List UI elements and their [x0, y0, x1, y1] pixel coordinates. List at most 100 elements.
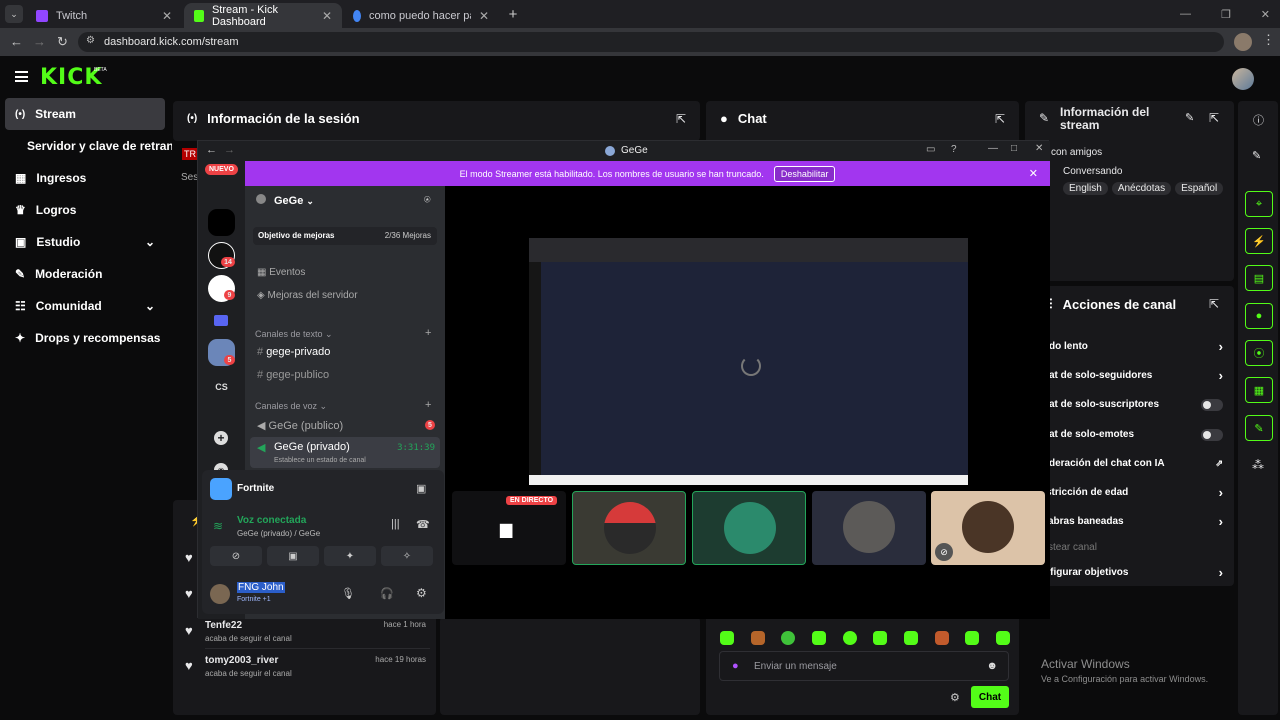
send-chat-button[interactable]: Chat — [971, 686, 1009, 708]
camera-off-icon[interactable]: ⊘ — [210, 546, 262, 566]
popout-icon[interactable]: ⇱ — [676, 112, 686, 126]
emote-icon[interactable] — [965, 631, 980, 645]
channel-gege-privado[interactable]: # gege-privado — [257, 346, 330, 358]
emotes-only-toggle[interactable] — [1201, 429, 1223, 441]
close-window-icon[interactable]: ✕ — [1261, 8, 1270, 21]
gear-icon[interactable]: ⚙ — [416, 586, 427, 600]
emote-icon[interactable] — [995, 631, 1010, 645]
effects-icon[interactable]: ✧ — [381, 546, 433, 566]
voice-channels-category[interactable]: Canales de voz ⌄ — [255, 401, 327, 412]
close-icon[interactable]: ✕ — [162, 9, 172, 23]
tab-search-chevron-icon[interactable]: ⌄ — [5, 5, 23, 23]
soundboard-icon[interactable]: ||| — [391, 518, 400, 530]
hamburger-menu-icon[interactable] — [15, 71, 28, 82]
more-menu-icon[interactable]: ⋮ — [1262, 32, 1275, 48]
forward-icon[interactable]: → — [33, 34, 46, 49]
tag-chip[interactable]: Español — [1175, 182, 1224, 195]
action-banned-words[interactable]: abras baneadas › — [1048, 514, 1223, 529]
server-name-button[interactable]: GeGe ⌄ — [274, 195, 314, 207]
close-icon[interactable]: ✕ — [1029, 167, 1038, 180]
tab-twitch[interactable]: Twitch ✕ — [26, 3, 182, 28]
add-member-icon[interactable]: ⍟ — [424, 194, 431, 207]
sidebar-item-server-key[interactable]: Servidor y clave de retransn — [17, 130, 172, 162]
close-icon[interactable]: ✕ — [479, 9, 489, 23]
restore-icon[interactable]: ❐ — [1221, 8, 1231, 21]
emote-icon[interactable] — [750, 631, 765, 645]
sidebar-item-ingresos[interactable]: ▦ Ingresos — [5, 162, 165, 194]
more-icon[interactable]: ⁂ — [1252, 458, 1264, 472]
sidebar-item-estudio[interactable]: ▣ Estudio ⌄ — [5, 226, 165, 258]
participant-tile[interactable]: ⊘ — [931, 491, 1045, 565]
microphone-icon[interactable]: 🎙 — [341, 587, 355, 600]
popout-icon[interactable]: ⇱ — [1209, 297, 1219, 311]
sidebar-item-stream[interactable]: (•) Stream — [5, 98, 165, 130]
tag-chip[interactable]: English — [1063, 182, 1108, 195]
chat-bubble-icon[interactable]: ● — [1245, 303, 1273, 329]
popout-icon[interactable]: ⇱ — [995, 112, 1005, 126]
popout-icon[interactable]: ⇱ — [1209, 111, 1219, 125]
action-slow-mode[interactable]: do lento › — [1049, 339, 1223, 354]
disable-streamer-mode-button[interactable]: Deshabilitar — [773, 165, 836, 182]
folder-icon[interactable] — [214, 315, 228, 326]
boost-goal-bar[interactable]: Objetivo de mejoras 2/36 Mejoras — [253, 227, 437, 245]
tab-google-search[interactable]: como puedo hacer para que se ✕ — [343, 3, 499, 28]
stream-preview[interactable] — [529, 238, 968, 485]
user-avatar[interactable] — [210, 584, 230, 604]
stream-tile[interactable]: EN DIRECTO ▆ — [452, 491, 566, 565]
new-tab-button[interactable]: + — [505, 6, 521, 23]
tag-chip[interactable]: Anécdotas — [1111, 182, 1172, 195]
reload-icon[interactable]: ↻ — [57, 34, 68, 50]
sidebar-item-drops[interactable]: ✦ Drops y recompensas — [5, 322, 165, 354]
user-avatar[interactable] — [1232, 68, 1254, 90]
headphones-icon[interactable]: 🎧 — [380, 587, 394, 600]
site-info-icon[interactable]: ⚙ — [86, 35, 95, 46]
action-ai-moderation[interactable]: deración del chat con IA ⇗ — [1049, 458, 1223, 469]
emote-icon[interactable] — [842, 631, 857, 645]
emote-icon[interactable] — [903, 631, 918, 645]
add-server-icon[interactable]: + — [214, 431, 228, 445]
emote-icon[interactable] — [934, 631, 949, 645]
disconnect-icon[interactable]: ☎ — [416, 518, 430, 531]
screen-share-icon[interactable]: ▣ — [416, 482, 426, 495]
back-icon[interactable]: ← — [206, 144, 217, 156]
username[interactable]: FNG John — [237, 582, 285, 593]
maximize-icon[interactable]: □ — [1011, 143, 1017, 154]
server-icon[interactable] — [208, 209, 235, 236]
emote-icon[interactable] — [720, 631, 734, 645]
lightning-icon[interactable]: ⚡ — [1245, 228, 1273, 254]
action-age-restriction[interactable]: stricción de edad › — [1046, 485, 1223, 500]
action-followers-only[interactable]: at de solo-seguidores › — [1049, 368, 1223, 383]
channel-status[interactable]: Establece un estado de canal — [274, 457, 366, 464]
wrench-icon[interactable]: ✎ — [1245, 415, 1273, 441]
pencil-icon[interactable]: ✎ — [1252, 149, 1261, 162]
url-bar[interactable]: ⚙ dashboard.kick.com/stream — [78, 32, 1224, 52]
back-icon[interactable]: ← — [10, 34, 23, 49]
minimize-icon[interactable]: — — [988, 143, 998, 154]
profile-avatar[interactable] — [1234, 33, 1252, 51]
chat-input[interactable]: ● Enviar un mensaje ☻ — [719, 651, 1009, 681]
emote-icon[interactable] — [873, 631, 888, 645]
info-icon[interactable]: ⓘ — [1253, 112, 1264, 128]
screen-share-icon[interactable]: ▣ — [267, 546, 319, 566]
add-channel-icon[interactable]: + — [425, 399, 431, 411]
minimize-icon[interactable]: — — [1180, 8, 1191, 20]
close-icon[interactable]: ✕ — [1035, 143, 1043, 154]
menu-mejoras[interactable]: ◈ Mejoras del servidor — [257, 290, 358, 301]
participant-tile[interactable] — [572, 491, 686, 565]
voice-channel-privado[interactable]: ◀ GeGe (privado) 3:31:39 Establece un es… — [250, 437, 440, 468]
participant-tile[interactable] — [692, 491, 806, 565]
clipboard-icon[interactable]: ▤ — [1245, 265, 1273, 291]
channel-gege-publico[interactable]: # gege-publico — [257, 369, 329, 381]
inbox-icon[interactable]: ▭ — [926, 144, 935, 155]
sidebar-item-comunidad[interactable]: ☷ Comunidad ⌄ — [5, 290, 165, 322]
server-icon-cs[interactable]: CS — [208, 373, 235, 400]
voice-channel-path[interactable]: GeGe (privado) / GeGe — [237, 529, 320, 538]
activities-icon[interactable]: ✦ — [324, 546, 376, 566]
sidebar-item-logros[interactable]: ♛ Logros — [5, 194, 165, 226]
pencil-icon[interactable]: ✎ — [1185, 111, 1194, 124]
menu-eventos[interactable]: ▦ Eventos — [257, 267, 305, 278]
tab-kick-dashboard[interactable]: Stream - Kick Dashboard ✕ — [184, 3, 342, 28]
broadcast-icon[interactable]: ⦿ — [1245, 340, 1273, 366]
text-channels-category[interactable]: Canales de texto ⌄ — [255, 329, 333, 340]
add-channel-icon[interactable]: + — [425, 327, 431, 339]
